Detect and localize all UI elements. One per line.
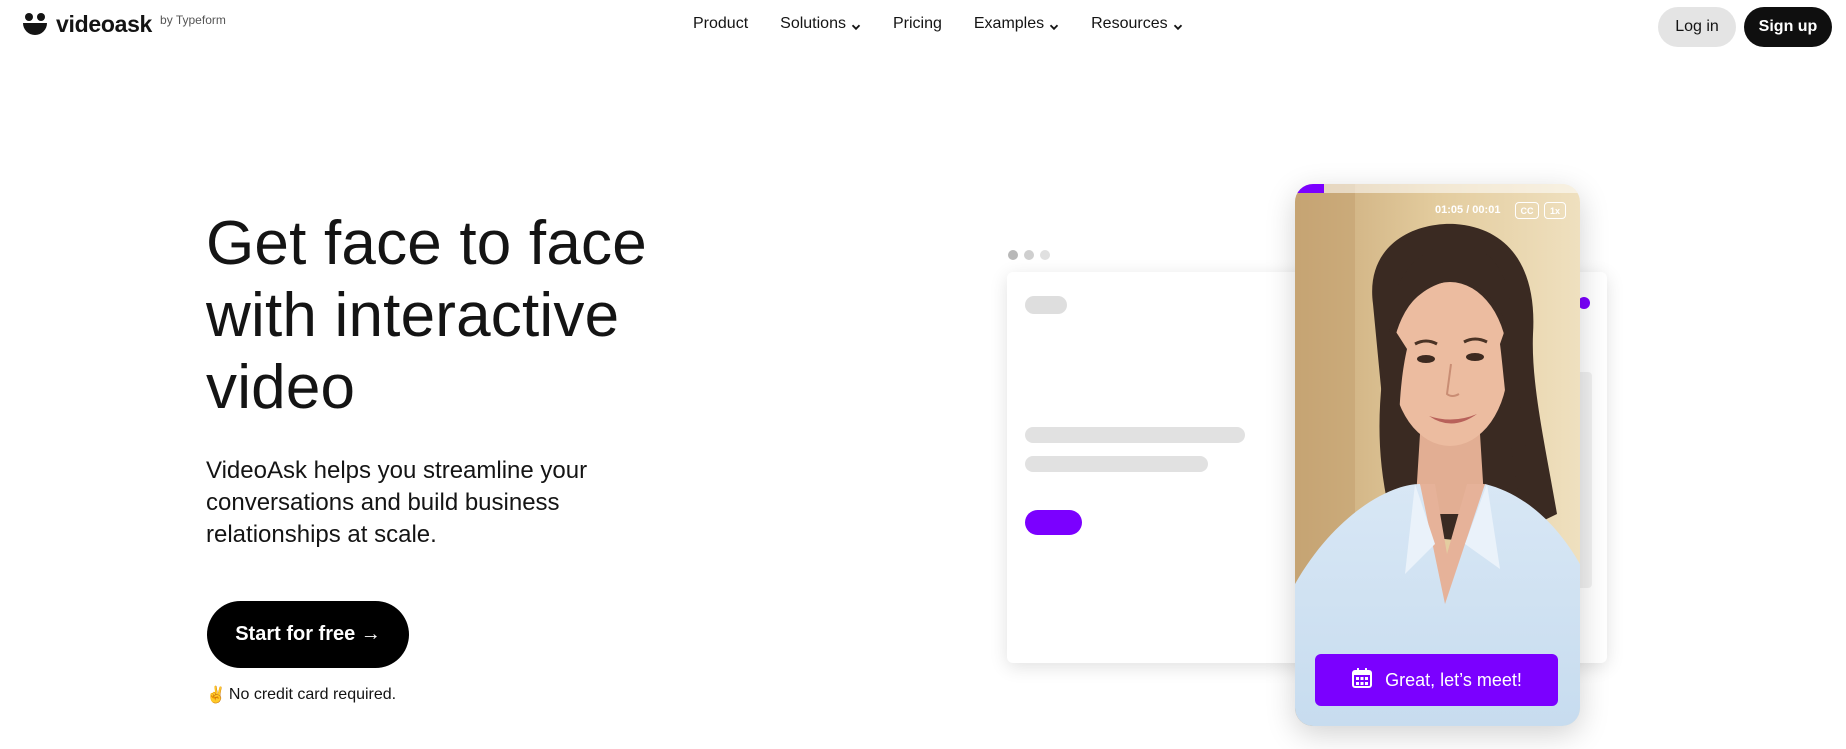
video-progress-bar[interactable] <box>1295 184 1580 193</box>
menu-item-resources[interactable]: Resources <box>1091 15 1182 33</box>
menu-item-product[interactable]: Product <box>693 15 748 33</box>
chevron-down-icon <box>1173 19 1183 31</box>
menu-item-label: Solutions <box>780 15 846 32</box>
great-lets-meet-button[interactable]: Great, let’s meet! <box>1315 654 1558 706</box>
menu-item-solutions[interactable]: Solutions <box>780 15 861 33</box>
menu-item-label: Resources <box>1091 15 1168 32</box>
victory-hand-icon: ✌️ <box>206 687 226 704</box>
menu-item-label: Product <box>693 15 749 32</box>
playback-speed-button[interactable]: 1x <box>1544 202 1566 219</box>
menu-item-pricing[interactable]: Pricing <box>893 15 942 33</box>
video-player[interactable]: 01:05 / 00:01 CC 1x Great, let’s meet! <box>1295 184 1580 726</box>
signup-button[interactable]: Sign up <box>1744 7 1832 47</box>
videoask-logo-icon <box>22 12 48 38</box>
window-dots <box>1008 250 1056 260</box>
hero-subtitle: VideoAsk helps you streamline your conve… <box>206 457 588 548</box>
placeholder-line <box>1025 427 1245 443</box>
menu-item-examples[interactable]: Examples <box>974 15 1059 33</box>
main-menu: Product Solutions Pricing Examples Resou… <box>693 15 1215 33</box>
top-nav: videoask by Typeform Product Solutions P… <box>0 0 1846 54</box>
captions-button[interactable]: CC <box>1515 202 1539 219</box>
calendar-icon <box>1351 667 1373 694</box>
logo-text: videoask <box>56 11 153 37</box>
start-for-free-button[interactable]: Start for free → <box>207 601 409 668</box>
menu-item-label: Pricing <box>892 15 942 32</box>
hero-title: Get face to face with interactive video <box>206 209 647 422</box>
video-progress-fill <box>1295 184 1324 193</box>
placeholder-line <box>1025 456 1208 472</box>
video-time: 01:05 / 00:01 <box>1435 204 1501 216</box>
placeholder-logo <box>1025 296 1067 314</box>
woman-video-image <box>1295 184 1580 726</box>
login-button[interactable]: Log in <box>1658 7 1736 47</box>
meet-button-label: Great, let’s meet! <box>1385 669 1522 690</box>
menu-item-label: Examples <box>973 15 1045 32</box>
placeholder-button <box>1025 510 1082 535</box>
chevron-down-icon <box>851 19 861 31</box>
no-credit-card-note: ✌️ No credit card required. <box>206 685 396 705</box>
logo-byline: by Typeform <box>160 12 226 27</box>
chevron-down-icon <box>1049 19 1059 31</box>
logo[interactable]: videoask by Typeform <box>22 11 226 38</box>
note-text: No credit card required. <box>228 686 397 703</box>
